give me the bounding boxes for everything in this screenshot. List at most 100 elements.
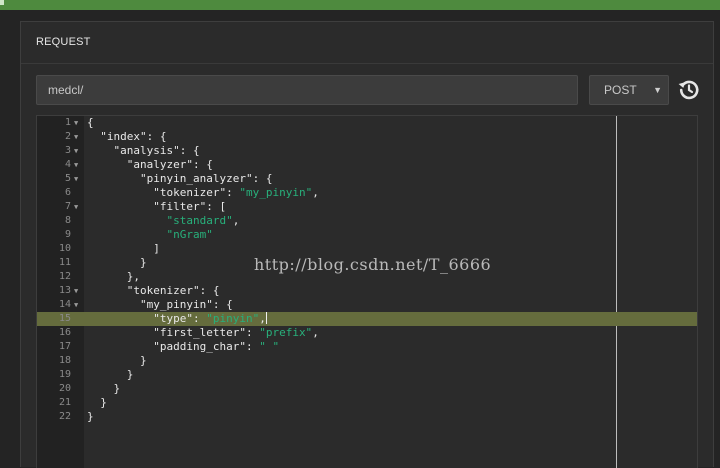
- punct-token: ,: [312, 186, 319, 199]
- line-number: 2: [64, 131, 71, 142]
- punct-token: [87, 200, 153, 213]
- punct-token: [87, 172, 140, 185]
- punct-token: [87, 298, 140, 311]
- punct-token: ,: [259, 312, 266, 325]
- top-bar-mark: [0, 0, 4, 5]
- code-line: 3 ▼ "analysis": {: [37, 144, 697, 158]
- code-line: 22}: [37, 410, 697, 424]
- punct-token: [87, 186, 153, 199]
- code-text: "analysis": {: [87, 144, 200, 158]
- key-token: "pinyin_analyzer": [139, 172, 253, 185]
- code-text: "type": "pinyin",: [87, 312, 267, 326]
- code-text: "index": {: [87, 130, 166, 144]
- code-line: 19 }: [37, 368, 697, 382]
- punct-token: [87, 326, 153, 339]
- code-text: "filter": [: [87, 200, 226, 214]
- key-token: "my_pinyin": [139, 298, 213, 311]
- fold-arrow-icon[interactable]: ▼: [74, 298, 78, 312]
- fold-arrow-icon[interactable]: ▼: [74, 116, 78, 130]
- line-number: 9: [64, 229, 71, 240]
- code-line: 21 }: [37, 396, 697, 410]
- code-text: ]: [87, 242, 160, 256]
- punct-token: ,: [232, 214, 240, 227]
- caret-down-icon: ▼: [653, 85, 662, 95]
- punct-token: ]: [87, 242, 160, 255]
- code-text: "tokenizer": "my_pinyin",: [87, 186, 319, 200]
- code-text: }: [87, 368, 134, 382]
- line-number: 7: [64, 201, 71, 212]
- code-line: 16 "first_letter": "prefix",: [37, 326, 697, 340]
- punct-token: },: [87, 270, 140, 283]
- punct-token: [87, 228, 166, 241]
- punct-token: : {: [179, 144, 200, 157]
- code-text: }: [87, 410, 94, 424]
- code-line: 15 "type": "pinyin",: [37, 312, 697, 326]
- code-line: 20 }: [37, 382, 697, 396]
- line-number: 10: [58, 243, 71, 254]
- punct-token: }: [87, 256, 147, 269]
- code-text: "pinyin_analyzer": {: [87, 172, 272, 186]
- code-editor[interactable]: 1 ▼{2 ▼ "index": {3 ▼ "analysis": {4 ▼ "anal…: [36, 115, 698, 468]
- punct-token: [87, 158, 127, 171]
- panel-title: REQUEST: [36, 36, 91, 48]
- code-text: {: [87, 116, 94, 130]
- punct-token: : [: [206, 200, 227, 213]
- line-number: 5: [64, 173, 71, 184]
- punct-token: : {: [212, 298, 233, 311]
- string-token: "pinyin": [206, 312, 260, 325]
- fold-arrow-icon[interactable]: ▼: [74, 158, 78, 172]
- fold-arrow-icon[interactable]: ▼: [74, 172, 78, 186]
- code-line: 5 ▼ "pinyin_analyzer": {: [37, 172, 697, 186]
- line-number: 19: [58, 369, 71, 380]
- punct-token: :: [226, 186, 240, 199]
- history-icon[interactable]: [677, 78, 701, 102]
- punct-token: [87, 312, 153, 325]
- punct-token: }: [87, 368, 134, 381]
- line-number: 11: [58, 257, 71, 268]
- code-text: }: [87, 256, 147, 270]
- punct-token: [87, 144, 114, 157]
- fold-arrow-icon[interactable]: ▼: [74, 200, 78, 214]
- punct-token: }: [87, 410, 94, 423]
- punct-token: [87, 340, 153, 353]
- line-number: 8: [64, 215, 71, 226]
- code-text: "padding_char": " ": [87, 340, 279, 354]
- punct-token: : {: [192, 158, 213, 171]
- punct-token: :: [192, 312, 207, 325]
- code-line: 9 "nGram": [37, 228, 697, 242]
- code-line: 8 "standard",: [37, 214, 697, 228]
- line-number: 21: [58, 397, 71, 408]
- code-line: 18 }: [37, 354, 697, 368]
- code-line: 7 ▼ "filter": [: [37, 200, 697, 214]
- code-text: "my_pinyin": {: [87, 298, 233, 312]
- code-text: }: [87, 396, 107, 410]
- code-line: 6 "tokenizer": "my_pinyin",: [37, 186, 697, 200]
- key-token: "type": [153, 312, 193, 325]
- punct-token: :: [245, 340, 260, 353]
- string-token: "standard": [166, 214, 233, 227]
- punct-token: [87, 284, 127, 297]
- line-number: 4: [64, 159, 71, 170]
- line-number: 3: [64, 145, 71, 156]
- fold-arrow-icon[interactable]: ▼: [74, 284, 78, 298]
- code-line: 2 ▼ "index": {: [37, 130, 697, 144]
- code-line: 13 ▼ "tokenizer": {: [37, 284, 697, 298]
- line-number: 22: [58, 411, 71, 422]
- url-input[interactable]: medcl/: [36, 75, 578, 105]
- fold-arrow-icon[interactable]: ▼: [74, 144, 78, 158]
- panel-header: REQUEST: [21, 22, 713, 64]
- key-token: "filter": [153, 200, 207, 213]
- line-number: 1: [64, 117, 71, 128]
- key-token: "index": [100, 130, 147, 143]
- key-token: "analysis": [113, 144, 180, 157]
- method-select[interactable]: POST ▼: [589, 75, 669, 105]
- line-number: 6: [64, 187, 71, 198]
- string-token: "nGram": [166, 228, 213, 241]
- punct-token: [87, 130, 100, 143]
- fold-arrow-icon[interactable]: ▼: [74, 130, 78, 144]
- code-line: 14 ▼ "my_pinyin": {: [37, 298, 697, 312]
- code-text: }: [87, 354, 147, 368]
- code-text: "nGram": [87, 228, 213, 242]
- code-text: "first_letter": "prefix",: [87, 326, 319, 340]
- line-number: 18: [58, 355, 71, 366]
